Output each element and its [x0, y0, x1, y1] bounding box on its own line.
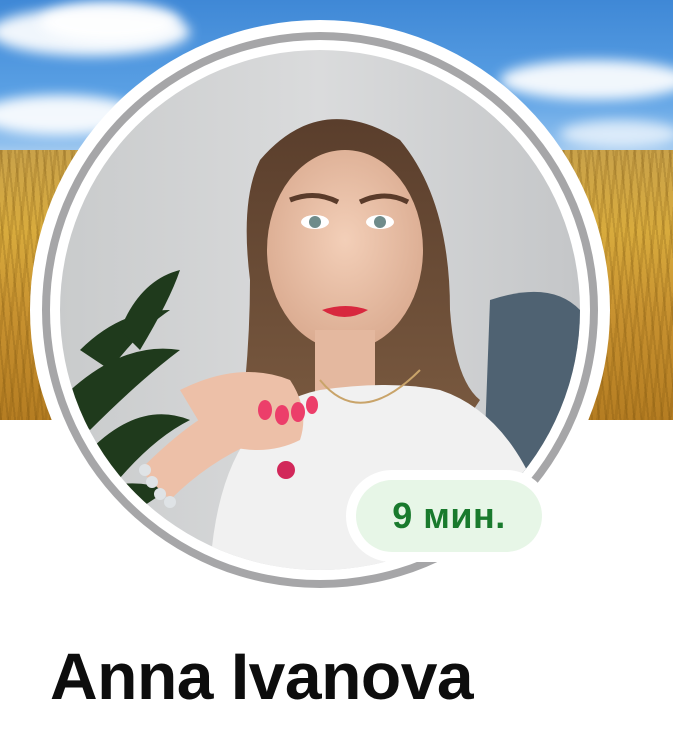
last-seen-badge: 9 мин.	[346, 470, 552, 562]
profile-name: Anna Ivanova	[50, 639, 474, 713]
last-seen-label: 9 мин.	[356, 480, 542, 552]
